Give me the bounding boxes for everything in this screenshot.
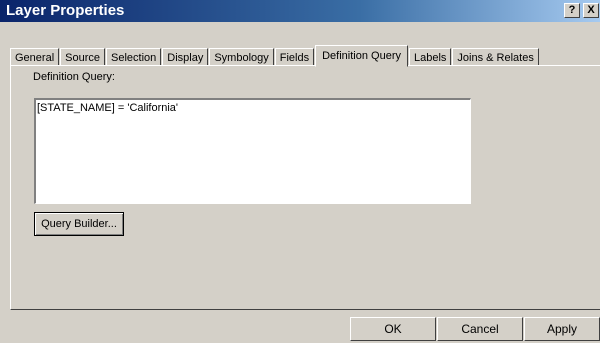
- tab-source[interactable]: Source: [60, 48, 105, 66]
- tab-fields[interactable]: Fields: [274, 48, 315, 66]
- dialog-title: Layer Properties: [6, 2, 125, 19]
- ok-button[interactable]: OK: [350, 317, 436, 341]
- title-bar[interactable]: Layer Properties ? X: [0, 0, 600, 22]
- tab-selection[interactable]: Selection: [106, 48, 162, 66]
- close-button[interactable]: X: [583, 3, 599, 18]
- layer-properties-dialog: Layer Properties ? X General Source Sele…: [0, 0, 600, 343]
- help-button[interactable]: ?: [564, 3, 580, 18]
- definition-query-label: Definition Query:: [33, 71, 115, 83]
- query-builder-button[interactable]: Query Builder...: [34, 212, 124, 236]
- tab-joins-relates[interactable]: Joins & Relates: [452, 48, 539, 66]
- definition-query-panel: Definition Query: [STATE_NAME] = 'Califo…: [10, 65, 600, 310]
- tab-symbology[interactable]: Symbology: [209, 48, 274, 66]
- apply-button[interactable]: Apply: [524, 317, 600, 341]
- definition-query-input[interactable]: [STATE_NAME] = 'California': [34, 98, 471, 204]
- tab-general[interactable]: General: [10, 48, 60, 66]
- tab-definition-query[interactable]: Definition Query: [315, 45, 408, 67]
- tab-strip: General Source Selection Display Symbolo…: [10, 44, 540, 67]
- tab-display[interactable]: Display: [162, 48, 209, 66]
- tab-labels[interactable]: Labels: [408, 48, 452, 66]
- cancel-button[interactable]: Cancel: [437, 317, 523, 341]
